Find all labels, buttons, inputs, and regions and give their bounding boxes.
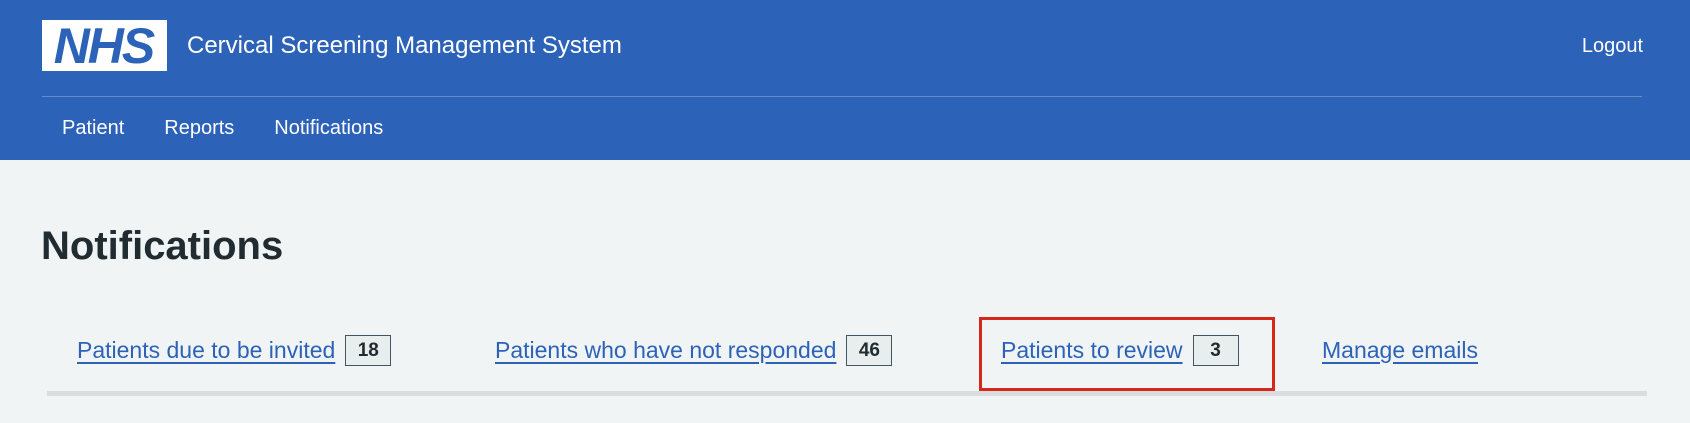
tab-label[interactable]: Patients due to be invited bbox=[77, 337, 335, 364]
primary-navigation: Patient Reports Notifications bbox=[42, 113, 403, 143]
nav-item-patient[interactable]: Patient bbox=[42, 113, 144, 143]
nhs-logo-text: NHS bbox=[53, 17, 156, 74]
tab-label[interactable]: Patients who have not responded bbox=[495, 337, 836, 364]
nav-item-notifications[interactable]: Notifications bbox=[254, 113, 403, 143]
tab-manage-emails[interactable]: Manage emails bbox=[1322, 332, 1478, 368]
logout-link[interactable]: Logout bbox=[1582, 32, 1643, 60]
page-title: Notifications bbox=[41, 224, 284, 268]
tab-patients-not-responded[interactable]: Patients who have not responded 46 bbox=[495, 332, 893, 368]
service-name[interactable]: Cervical Screening Management System bbox=[187, 30, 622, 62]
tab-patients-to-review[interactable]: Patients to review 3 bbox=[1001, 332, 1239, 368]
tab-label[interactable]: Manage emails bbox=[1322, 337, 1478, 364]
tabs-underline bbox=[47, 391, 1647, 396]
tab-count-badge: 18 bbox=[345, 334, 392, 366]
tab-count-badge: 3 bbox=[1192, 334, 1239, 366]
nav-item-reports[interactable]: Reports bbox=[144, 113, 254, 143]
nhs-logo[interactable]: NHS bbox=[42, 20, 167, 71]
tab-patients-due-to-be-invited[interactable]: Patients due to be invited 18 bbox=[77, 332, 392, 368]
site-header: NHS Cervical Screening Management System… bbox=[0, 0, 1690, 160]
tab-label[interactable]: Patients to review bbox=[1001, 337, 1183, 364]
header-divider bbox=[42, 96, 1642, 97]
tab-count-badge: 46 bbox=[846, 334, 893, 366]
